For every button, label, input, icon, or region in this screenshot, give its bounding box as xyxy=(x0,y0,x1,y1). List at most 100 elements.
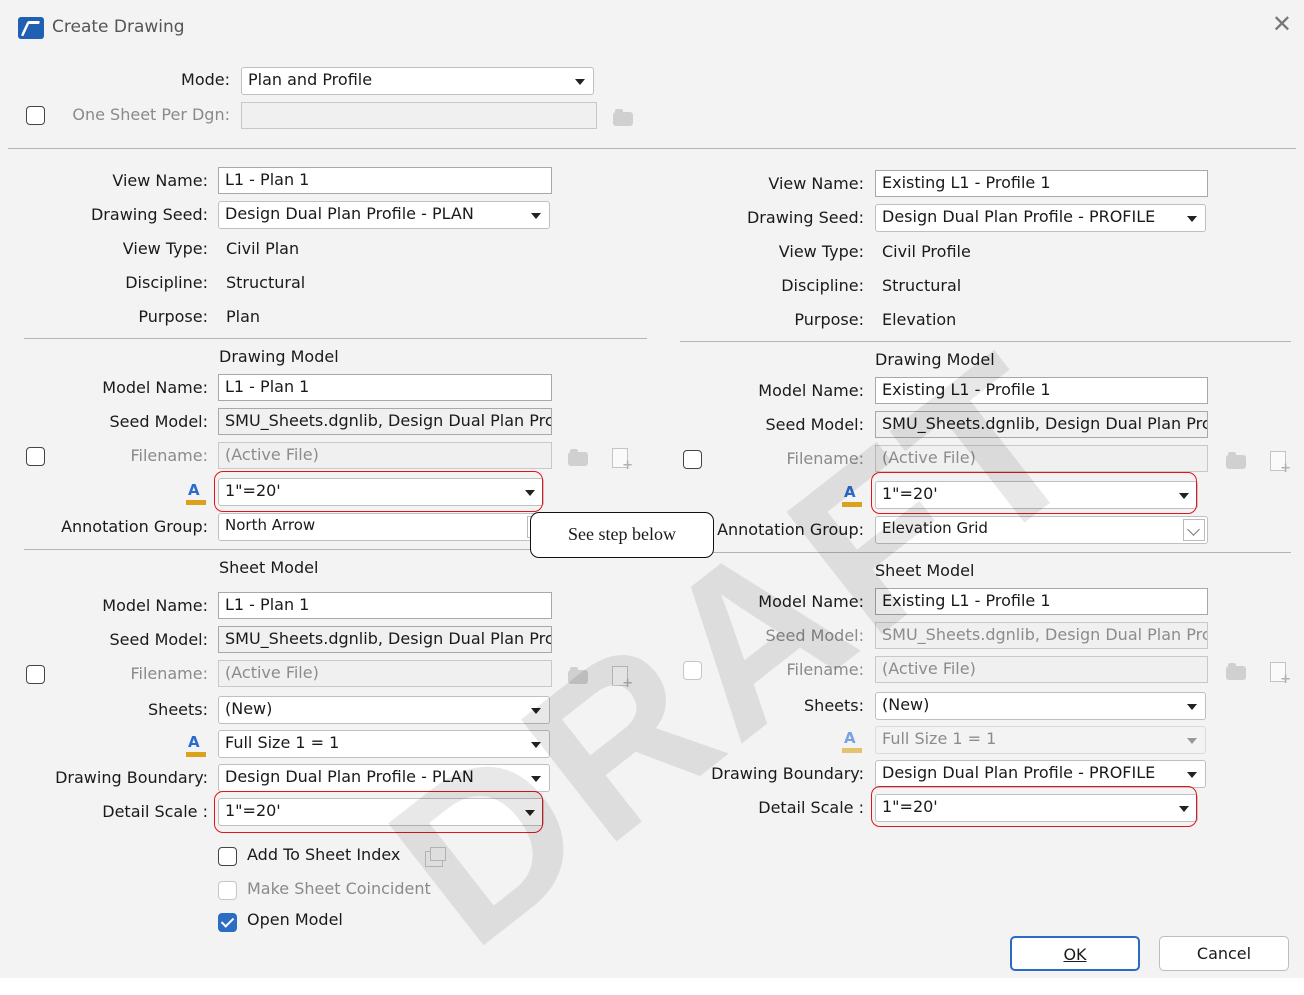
highlight-box xyxy=(214,471,543,512)
right-sheet-model-heading: Sheet Model xyxy=(875,561,975,580)
right-purpose-value: Elevation xyxy=(882,310,957,329)
right-sheet-size-dropdown[interactable]: Full Size 1 = 1 xyxy=(875,726,1206,754)
new-file-icon[interactable] xyxy=(1270,451,1291,476)
new-file-icon[interactable] xyxy=(612,448,633,473)
right-view-name-label: View Name: xyxy=(768,174,864,193)
new-file-icon[interactable] xyxy=(1270,662,1291,687)
left-sm-model-name-field[interactable]: L1 - Plan 1 xyxy=(218,592,552,619)
chevron-down-icon xyxy=(531,213,541,219)
left-drawing-boundary-label: Drawing Boundary: xyxy=(55,768,208,787)
chevron-down-icon xyxy=(531,742,541,748)
left-view-type-label: View Type: xyxy=(122,239,208,258)
left-dm-filename-label: Filename: xyxy=(130,446,208,465)
mode-dropdown[interactable]: Plan and Profile xyxy=(241,67,594,95)
annotation-scale-icon: A xyxy=(842,483,862,507)
right-sm-seed-model-field[interactable]: SMU_Sheets.dgnlib, Design Dual Plan Prc xyxy=(875,622,1208,649)
annotation-scale-icon: A xyxy=(186,733,206,757)
close-icon[interactable]: ✕ xyxy=(1272,12,1292,36)
left-drawing-boundary-dropdown[interactable]: Design Dual Plan Profile - PLAN xyxy=(218,764,550,792)
callout-note: See step below xyxy=(530,512,714,558)
chevron-down-icon xyxy=(1187,772,1197,778)
left-dm-filename-field[interactable]: (Active File) xyxy=(218,442,552,469)
chevron-down-icon xyxy=(531,708,541,714)
right-dm-model-name-field[interactable]: Existing L1 - Profile 1 xyxy=(875,377,1208,404)
one-sheet-per-dgn-label: One Sheet Per Dgn: xyxy=(72,105,230,124)
right-sm-filename-field[interactable]: (Active File) xyxy=(875,656,1208,683)
left-dm-model-name-field[interactable]: L1 - Plan 1 xyxy=(218,374,552,401)
right-drawing-model-heading: Drawing Model xyxy=(875,350,995,369)
right-dm-seed-model-label: Seed Model: xyxy=(765,415,864,434)
left-sheet-model-heading: Sheet Model xyxy=(219,558,319,577)
right-annotation-group-dropdown[interactable]: Elevation Grid xyxy=(875,516,1208,544)
window-title: Create Drawing xyxy=(52,17,185,37)
right-divider-1 xyxy=(680,341,1291,342)
right-view-type-value: Civil Profile xyxy=(882,242,971,261)
right-dm-seed-model-field[interactable]: SMU_Sheets.dgnlib, Design Dual Plan Prc xyxy=(875,411,1208,438)
left-view-type-value: Civil Plan xyxy=(226,239,300,258)
left-discipline-value: Structural xyxy=(226,273,306,292)
right-drawing-seed-label: Drawing Seed: xyxy=(746,208,864,227)
left-purpose-label: Purpose: xyxy=(138,307,208,326)
chevron-down-icon xyxy=(1187,704,1197,710)
left-discipline-label: Discipline: xyxy=(125,273,208,292)
left-sm-seed-model-field[interactable]: SMU_Sheets.dgnlib, Design Dual Plan Prc xyxy=(218,626,552,653)
left-sheets-dropdown[interactable]: (New) xyxy=(218,696,550,724)
right-sm-filename-label: Filename: xyxy=(786,660,864,679)
left-sm-seed-model-label: Seed Model: xyxy=(109,630,208,649)
left-drawing-seed-label: Drawing Seed: xyxy=(90,205,208,224)
top-divider xyxy=(8,148,1296,149)
highlight-box xyxy=(871,786,1197,827)
right-detail-scale-label: Detail Scale : xyxy=(758,798,864,817)
left-dm-model-name-label: Model Name: xyxy=(102,378,208,397)
open-model-checkbox[interactable] xyxy=(218,913,237,932)
highlight-box xyxy=(214,791,543,833)
chevron-down-icon xyxy=(1187,738,1197,744)
left-sheets-label: Sheets: xyxy=(148,700,208,719)
one-sheet-per-dgn-checkbox[interactable] xyxy=(26,106,45,125)
folder-icon[interactable] xyxy=(613,109,633,126)
right-sm-model-name-label: Model Name: xyxy=(758,592,864,611)
make-sheet-coincident-label: Make Sheet Coincident xyxy=(247,879,431,898)
folder-icon[interactable] xyxy=(1226,452,1246,469)
left-view-name-field[interactable]: L1 - Plan 1 xyxy=(218,167,552,194)
ok-button[interactable]: OK xyxy=(1010,936,1140,971)
right-discipline-label: Discipline: xyxy=(781,276,864,295)
left-dm-seed-model-field[interactable]: SMU_Sheets.dgnlib, Design Dual Plan Prc xyxy=(218,408,552,435)
new-file-icon[interactable] xyxy=(612,666,633,691)
chevron-down-icon xyxy=(1183,519,1205,541)
left-annotation-group-label: Annotation Group: xyxy=(61,517,208,536)
right-dm-filename-field[interactable]: (Active File) xyxy=(875,445,1208,472)
right-drawing-boundary-label: Drawing Boundary: xyxy=(711,764,864,783)
left-sm-filename-field[interactable]: (Active File) xyxy=(218,660,552,687)
right-drawing-boundary-dropdown[interactable]: Design Dual Plan Profile - PROFILE xyxy=(875,760,1206,788)
left-sm-model-name-label: Model Name: xyxy=(102,596,208,615)
right-drawing-seed-dropdown[interactable]: Design Dual Plan Profile - PROFILE xyxy=(875,204,1206,232)
folder-icon[interactable] xyxy=(568,667,588,684)
right-divider-2 xyxy=(680,552,1291,553)
right-discipline-value: Structural xyxy=(882,276,962,295)
annotation-scale-icon: A xyxy=(842,729,862,753)
mode-label: Mode: xyxy=(181,70,230,89)
cancel-button[interactable]: Cancel xyxy=(1159,936,1289,971)
left-divider-1 xyxy=(24,338,647,339)
right-sheets-dropdown[interactable]: (New) xyxy=(875,692,1206,720)
folder-icon[interactable] xyxy=(1226,663,1246,680)
one-sheet-per-dgn-field[interactable] xyxy=(241,102,597,129)
add-to-sheet-index-checkbox[interactable] xyxy=(218,847,237,866)
chevron-down-icon xyxy=(531,776,541,782)
left-detail-scale-label: Detail Scale : xyxy=(102,802,208,821)
highlight-box xyxy=(871,472,1197,514)
right-sheets-label: Sheets: xyxy=(804,696,864,715)
right-sm-model-name-field[interactable]: Existing L1 - Profile 1 xyxy=(875,588,1208,615)
left-sm-filename-label: Filename: xyxy=(130,664,208,683)
left-sheet-size-dropdown[interactable]: Full Size 1 = 1 xyxy=(218,730,550,758)
folder-icon[interactable] xyxy=(568,449,588,466)
right-dm-model-name-label: Model Name: xyxy=(758,381,864,400)
make-sheet-coincident-checkbox[interactable] xyxy=(218,881,237,900)
right-purpose-label: Purpose: xyxy=(794,310,864,329)
left-annotation-group-dropdown[interactable]: North Arrow xyxy=(218,513,552,541)
right-view-name-field[interactable]: Existing L1 - Profile 1 xyxy=(875,170,1208,197)
left-drawing-seed-dropdown[interactable]: Design Dual Plan Profile - PLAN xyxy=(218,201,550,229)
sheet-index-icon[interactable] xyxy=(425,847,446,867)
left-purpose-value: Plan xyxy=(226,307,261,326)
